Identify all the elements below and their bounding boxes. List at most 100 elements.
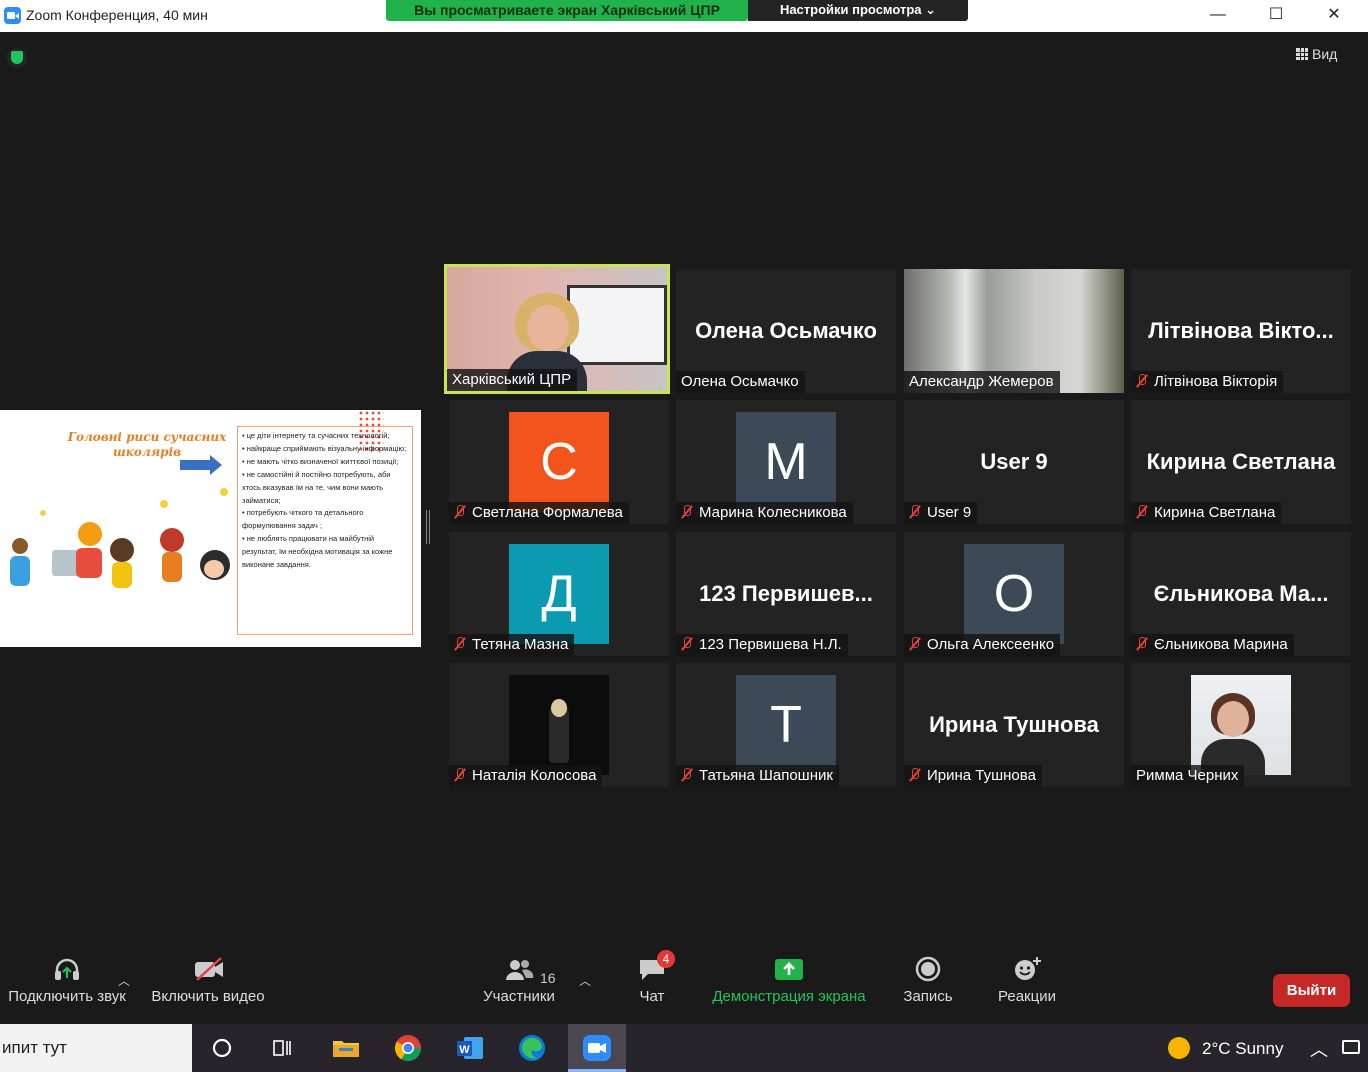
participant-tile[interactable]: Т Татьяна Шапошник [676, 663, 896, 787]
file-explorer-icon[interactable] [330, 1032, 362, 1064]
record-label: Запись [903, 988, 953, 1005]
mic-muted-icon [1136, 505, 1148, 519]
scrollbar[interactable] [1360, 52, 1366, 982]
participant-name-label: Римма Черних [1131, 765, 1245, 787]
mic-muted-icon [909, 505, 921, 519]
view-button[interactable]: Вид [1296, 46, 1337, 62]
participant-tile[interactable]: Літвінова Вікто... Літвінова Вікторія [1131, 269, 1351, 393]
word-icon[interactable]: W [454, 1032, 486, 1064]
participant-tile[interactable]: Д Тетяна Мазна [449, 532, 669, 656]
avatar: Т [736, 675, 836, 775]
mic-muted-icon [454, 505, 466, 519]
participant-name-text: Тетяна Мазна [472, 636, 569, 653]
maximize-button[interactable]: ☐ [1247, 0, 1305, 30]
participant-tile[interactable]: Наталія Колосова [449, 663, 669, 787]
avatar: О [964, 544, 1064, 644]
view-options-dropdown[interactable]: Настройки просмотра ⌄ [748, 0, 968, 21]
panel-resize-handle[interactable] [426, 510, 430, 544]
chat-unread-badge: 4 [657, 950, 675, 968]
participant-tile[interactable]: Кирина Светлана Кирина Светлана [1131, 400, 1351, 524]
participant-name-label: User 9 [904, 502, 978, 524]
shared-screen-slide: Головні риси сучасних школярів • це діти… [0, 410, 421, 647]
avatar: М [736, 412, 836, 512]
participant-tile[interactable]: Олена Осьмачко Олена Осьмачко [676, 269, 896, 393]
participants-icon [504, 956, 534, 982]
record-icon [913, 956, 943, 982]
participant-name-label: 123 Первишева Н.Л. [676, 634, 848, 656]
video-off-icon [193, 956, 223, 982]
mic-muted-icon [681, 637, 693, 651]
minimize-button[interactable]: — [1189, 0, 1247, 30]
participant-name-label: Ирина Тушнова [904, 765, 1042, 787]
start-video-label: Включить видео [151, 988, 265, 1005]
participant-name-text: Светлана Формалева [472, 504, 623, 521]
chrome-icon[interactable] [392, 1032, 424, 1064]
mic-muted-icon [454, 637, 466, 651]
svg-text:W: W [459, 1044, 470, 1056]
zoom-taskbar-highlight[interactable] [568, 1024, 626, 1072]
headphones-icon [52, 956, 82, 982]
leave-meeting-button[interactable]: Выйти [1273, 974, 1350, 1007]
avatar: С [509, 412, 609, 512]
reactions-button[interactable]: Реакции [996, 956, 1058, 1005]
grid-icon [1296, 48, 1308, 60]
participant-tile[interactable]: С Светлана Формалева [449, 400, 669, 524]
zoom-icon [583, 1035, 611, 1061]
participant-tile[interactable]: Александр Жемеров [904, 269, 1124, 393]
emoji-plus-icon [1012, 956, 1042, 982]
participant-name-text: Ольга Алексеенко [927, 636, 1055, 653]
title-bar: Zoom Конференция, 40 мин Вы просматривае… [0, 0, 1368, 32]
participant-tile[interactable]: Єльникова Ма... Єльникова Марина [1131, 532, 1351, 656]
share-screen-button[interactable]: Демонстрация экрана [708, 956, 870, 1005]
share-screen-label: Демонстрация экрана [712, 988, 866, 1005]
encryption-shield-icon[interactable] [7, 48, 27, 68]
join-audio-label: Подключить звук [8, 988, 126, 1005]
participant-name-label: Марина Колесникова [676, 502, 853, 524]
participants-count: 16 [540, 970, 556, 986]
person-face [1217, 701, 1249, 737]
tray-chevron-icon[interactable]: ︿ [1310, 1036, 1328, 1062]
mic-muted-icon [681, 768, 693, 782]
mic-muted-icon [454, 768, 466, 782]
chat-button[interactable]: 4 Чат [632, 950, 675, 1005]
participant-name-text: Літвінова Вікторія [1154, 373, 1278, 390]
participant-name-label: Ольга Алексеенко [904, 634, 1061, 656]
participants-label: Участники [483, 988, 555, 1005]
task-view-icon[interactable] [266, 1032, 298, 1064]
participant-tile[interactable]: Ирина Тушнова Ирина Тушнова [904, 663, 1124, 787]
participant-name-label: Тетяна Мазна [449, 634, 575, 656]
record-button[interactable]: Запись [900, 956, 956, 1005]
participant-tile[interactable]: О Ольга Алексеенко [904, 532, 1124, 656]
edge-icon[interactable] [516, 1032, 548, 1064]
participant-tile[interactable]: 123 Первишев... 123 Первишева Н.Л. [676, 532, 896, 656]
participant-tile[interactable]: User 9 User 9 [904, 400, 1124, 524]
arrow-right-icon [180, 455, 222, 475]
taskbar-search-box[interactable]: ипит тут [0, 1024, 192, 1072]
person-face [527, 305, 569, 351]
network-icon[interactable] [1342, 1040, 1360, 1054]
participant-name-text: Єльникова Марина [1154, 636, 1288, 653]
participant-tile[interactable]: Римма Черних [1131, 663, 1351, 787]
participant-name-label: Александр Жемеров [904, 371, 1060, 393]
participant-tile[interactable]: М Марина Колесникова [676, 400, 896, 524]
participant-name-label: Наталія Колосова [449, 765, 603, 787]
participants-options-caret-icon[interactable]: ︿ [579, 972, 591, 989]
participant-tile[interactable]: Харківський ЦПР [444, 264, 670, 394]
person-hair [551, 699, 567, 717]
screen-share-banner: Вы просматриваете экран Харківський ЦПР [386, 0, 748, 21]
weather-widget[interactable]: 2°C Sunny [1168, 1037, 1283, 1059]
start-video-button[interactable]: Включить видео [148, 956, 268, 1005]
mic-muted-icon [909, 768, 921, 782]
zoom-app-icon [4, 7, 21, 24]
windows-taskbar: ипит тут W 2°C Sunny ︿ [0, 1024, 1368, 1072]
participant-name-text: User 9 [927, 504, 972, 521]
participant-name-label: Єльникова Марина [1131, 634, 1294, 656]
cortana-icon[interactable] [206, 1032, 238, 1064]
close-window-button[interactable]: ✕ [1305, 0, 1363, 30]
slide-bullet-text: • це діти інтернету та сучасних технолог… [242, 431, 407, 570]
participant-name-label: Светлана Формалева [449, 502, 629, 524]
participant-name-label: Кирина Светлана [1131, 502, 1282, 524]
audio-options-caret-icon[interactable]: ︿ [118, 972, 130, 989]
participant-name-label: Татьяна Шапошник [676, 765, 839, 787]
join-audio-button[interactable]: Подключить звук [4, 956, 130, 1005]
